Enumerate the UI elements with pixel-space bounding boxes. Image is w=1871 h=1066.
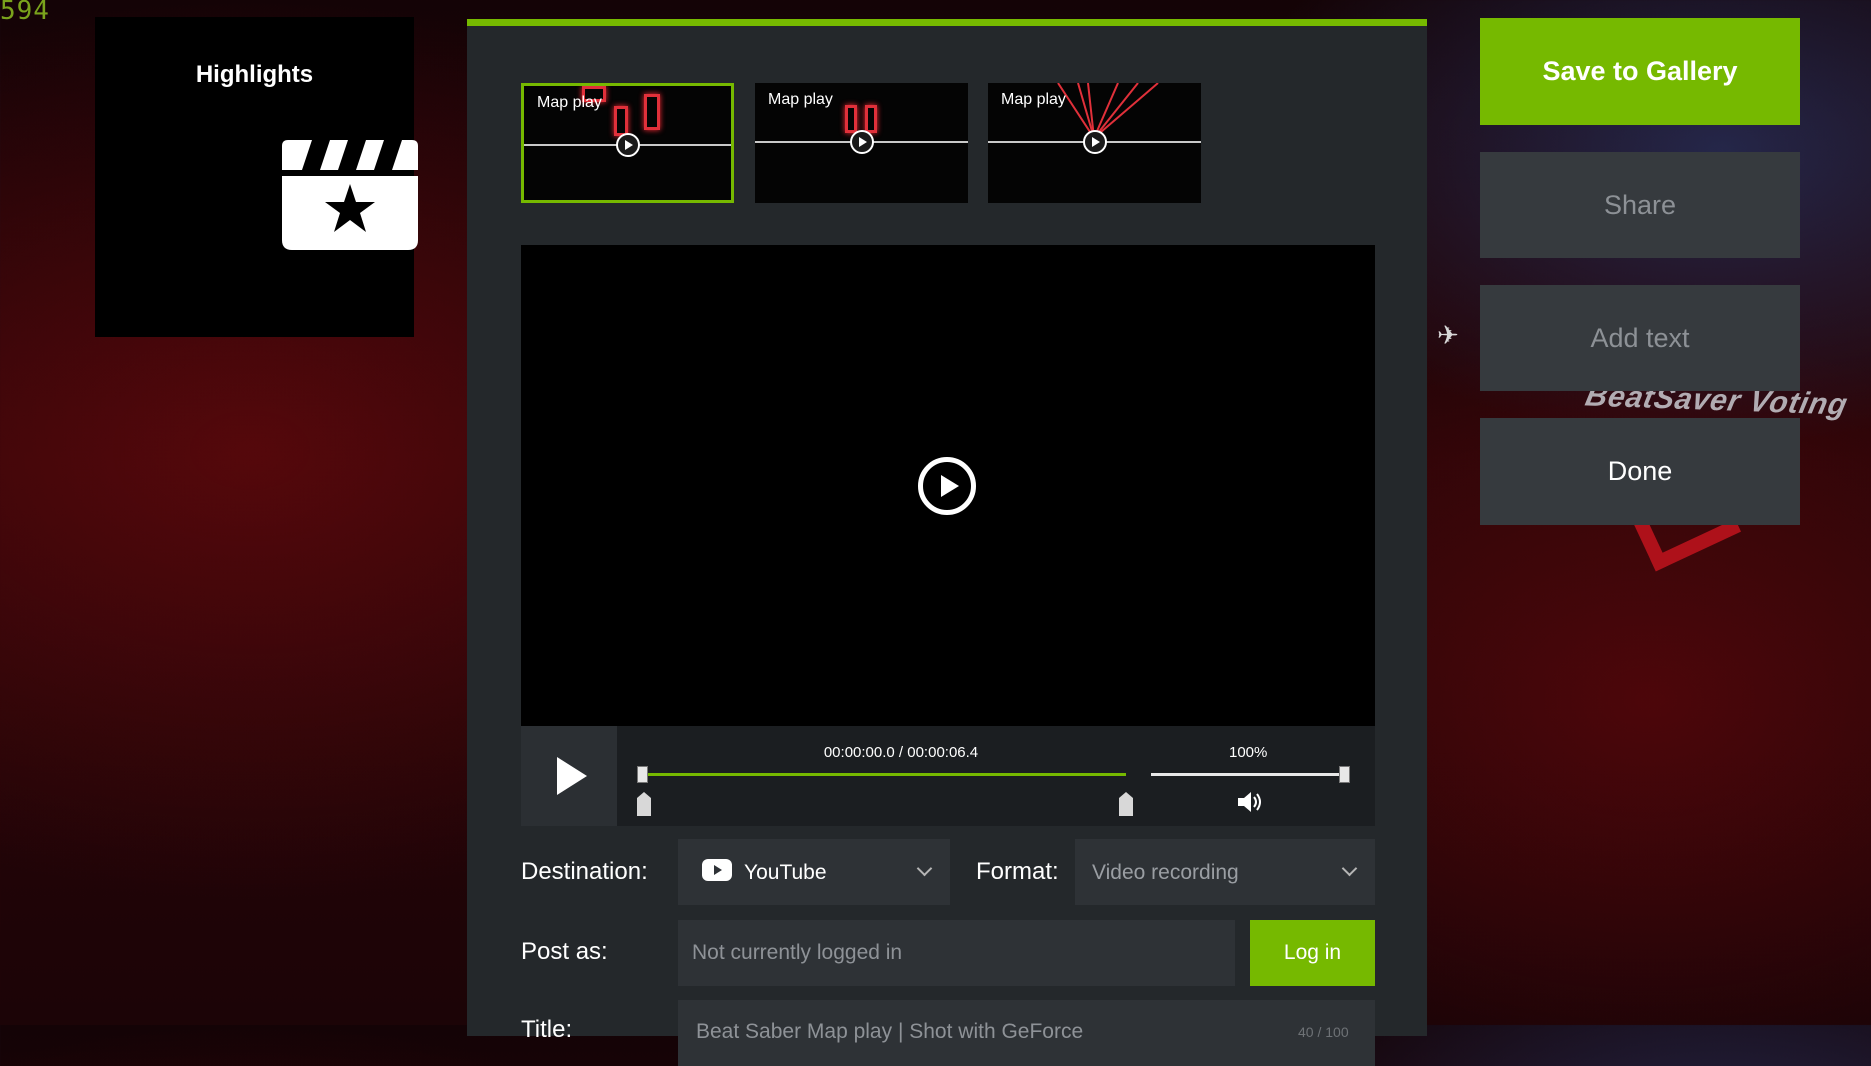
highlights-tile[interactable]: Highlights	[95, 17, 418, 337]
trim-track[interactable]	[643, 773, 1126, 776]
volume-percent: 100%	[1229, 744, 1268, 761]
volume-handle[interactable]	[1339, 766, 1350, 783]
log-in-button[interactable]: Log in	[1250, 920, 1375, 986]
thumbnail-label: Map play	[1001, 91, 1066, 108]
post-as-field[interactable]	[678, 920, 1235, 986]
volume-slider[interactable]	[1151, 773, 1346, 776]
thumbnail-label: Map play	[768, 91, 833, 108]
clapperboard-star-icon	[282, 140, 418, 255]
add-text-button[interactable]: Add text	[1480, 285, 1800, 391]
score-counter: 594	[0, 0, 50, 26]
chevron-down-icon	[1341, 860, 1358, 877]
play-icon	[1082, 130, 1107, 154]
thumbnail-2[interactable]: Map play	[755, 83, 968, 203]
save-to-gallery-button[interactable]: Save to Gallery	[1480, 18, 1800, 125]
youtube-icon	[702, 859, 732, 886]
title-label: Title:	[521, 1016, 573, 1043]
title-value: Beat Saber Map play | Shot with GeForce	[696, 1020, 1084, 1043]
speaker-icon[interactable]	[1236, 790, 1264, 819]
thumbnail-1[interactable]: Map play	[521, 83, 734, 203]
play-circle-icon[interactable]	[918, 457, 976, 515]
destination-value: YouTube	[744, 861, 827, 884]
play-icon	[849, 130, 874, 154]
trim-end-handle[interactable]	[1119, 792, 1133, 816]
format-label: Format:	[976, 858, 1059, 885]
airplane-icon: ✈	[1437, 320, 1459, 350]
play-button[interactable]	[521, 726, 617, 826]
timecode: 00:00:00.0 / 00:00:06.4	[823, 744, 979, 761]
video-preview[interactable]	[521, 245, 1375, 726]
share-button[interactable]: Share	[1480, 152, 1800, 258]
scrubber-handle[interactable]	[637, 766, 648, 783]
chevron-down-icon	[916, 860, 933, 877]
play-icon	[615, 133, 640, 157]
title-field[interactable]: Beat Saber Map play | Shot with GeForce …	[678, 1000, 1375, 1066]
format-dropdown[interactable]: Video recording	[1075, 839, 1375, 905]
thumbnail-3[interactable]: Map play	[988, 83, 1201, 203]
thumbnail-label: Map play	[537, 94, 602, 111]
trim-start-handle[interactable]	[637, 792, 651, 816]
destination-dropdown[interactable]: YouTube	[678, 839, 950, 905]
share-panel: Map play Map play Map play 00:00:00.0 / …	[467, 19, 1427, 1066]
done-button[interactable]: Done	[1480, 418, 1800, 525]
post-as-label: Post as:	[521, 938, 608, 965]
format-value: Video recording	[1092, 861, 1239, 884]
title-char-counter: 40 / 100	[1298, 1024, 1349, 1040]
destination-label: Destination:	[521, 858, 648, 885]
highlights-title: Highlights	[195, 61, 314, 88]
playback-controls: 00:00:00.0 / 00:00:06.4 100%	[521, 726, 1375, 826]
